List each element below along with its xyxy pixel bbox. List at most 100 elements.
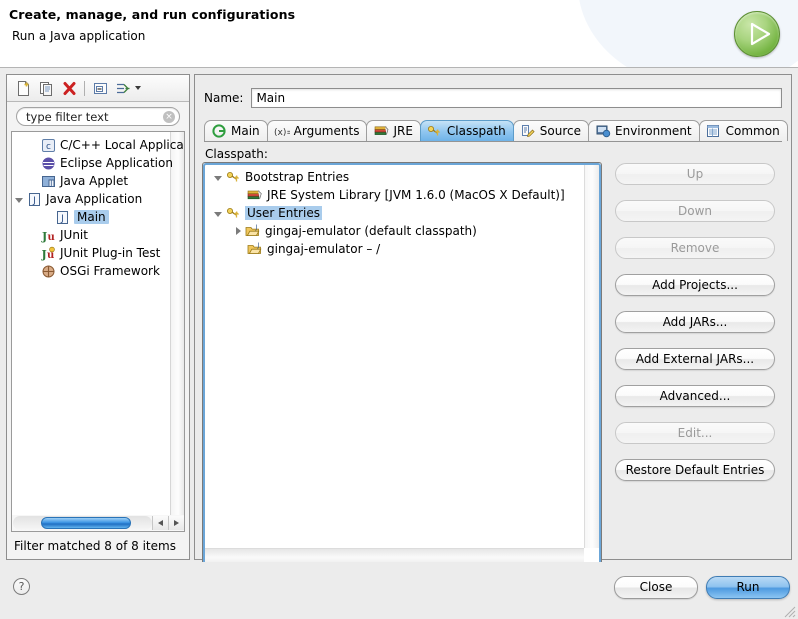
list-item[interactable]: J Main: [12, 208, 184, 226]
list-item-label-selected: Main: [74, 210, 109, 224]
classpath-tab-icon: [427, 123, 443, 139]
filter-status-text: Filter matched 8 of 8 items: [14, 539, 176, 553]
configurations-panel: type filter text × c C/C++ Local Applica…: [6, 74, 190, 560]
scroll-left-button[interactable]: [152, 516, 168, 530]
tab-classpath-label: Classpath: [446, 124, 506, 138]
tab-environment[interactable]: Environment: [588, 120, 700, 141]
dialog-footer: ? Close Run: [0, 562, 798, 619]
filter-menu-icon[interactable]: [113, 78, 133, 98]
hscrollbar-thumb[interactable]: [41, 517, 131, 529]
up-button[interactable]: Up: [615, 163, 775, 185]
eclipse-app-icon: [40, 155, 56, 171]
svg-text:J: J: [49, 179, 52, 187]
configurations-tree-hscrollbar[interactable]: [11, 515, 185, 532]
table-row[interactable]: User Entries: [205, 204, 599, 222]
name-input[interactable]: Main: [251, 88, 782, 108]
help-icon[interactable]: ?: [13, 578, 30, 595]
down-button[interactable]: Down: [615, 200, 775, 222]
table-cell-label: JRE System Library [JVM 1.6.0 (MacOS X D…: [267, 188, 565, 202]
edit-button[interactable]: Edit...: [615, 422, 775, 444]
folder-classpath-icon: J: [247, 241, 263, 257]
tree-twisty-expanded[interactable]: [211, 206, 225, 220]
table-cell-label: gingaj-emulator (default classpath): [265, 224, 477, 238]
list-item-label: C/C++ Local Applicat: [60, 138, 185, 152]
jre-tab-icon: [373, 123, 389, 139]
list-item-label: JUnit Plug-in Test: [60, 246, 161, 260]
junit-icon: J u: [40, 227, 56, 243]
svg-text:J: J: [60, 214, 64, 224]
classpath-group-icon: [225, 169, 241, 185]
list-item[interactable]: J Java Applet: [12, 172, 184, 190]
filter-menu-chevron-down-icon[interactable]: [135, 86, 141, 90]
classpath-section-label: Classpath:: [205, 147, 268, 161]
svg-text:J: J: [41, 248, 47, 261]
clear-filter-icon[interactable]: ×: [163, 110, 175, 123]
classpath-vscrollbar[interactable]: [584, 165, 599, 548]
toolbar-divider: [84, 80, 85, 96]
tab-jre-label: JRE: [393, 124, 413, 138]
tab-common[interactable]: Common: [698, 120, 788, 141]
list-item[interactable]: J u JUnit Plug-in Test: [12, 244, 184, 262]
run-play-icon: [734, 11, 780, 57]
restore-default-entries-button[interactable]: Restore Default Entries: [615, 459, 775, 481]
common-tab-icon: [706, 123, 722, 139]
tree-twisty-expanded[interactable]: [211, 170, 225, 184]
classpath-tree[interactable]: Bootstrap Entries JRE System Library [JV…: [203, 163, 601, 565]
close-button[interactable]: Close: [614, 576, 698, 599]
java-applet-icon: J: [40, 173, 56, 189]
tab-jre[interactable]: JRE: [366, 120, 421, 141]
list-item[interactable]: J Java Application: [12, 190, 184, 208]
search-input[interactable]: type filter text ×: [16, 106, 180, 126]
add-jars-button[interactable]: Add JARs...: [615, 311, 775, 333]
table-cell-label: Bootstrap Entries: [245, 170, 350, 184]
dialog-header: Create, manage, and run configurations R…: [0, 0, 798, 68]
tab-arguments[interactable]: (x)= Arguments: [266, 120, 368, 141]
list-item[interactable]: OSGi Framework: [12, 262, 184, 280]
list-item-label: JUnit: [60, 228, 88, 242]
junit-plugin-icon: J u: [40, 245, 56, 261]
table-row[interactable]: J gingaj-emulator (default classpath): [205, 222, 599, 240]
add-external-jars-button[interactable]: Add External JARs...: [615, 348, 775, 370]
classpath-group-icon: [225, 205, 241, 221]
tab-source[interactable]: Source: [512, 120, 589, 141]
configuration-editor-panel: Name: Main Main (x)= Arguments: [194, 74, 792, 609]
tree-twisty-expanded[interactable]: [12, 192, 26, 206]
svg-text:J: J: [255, 224, 258, 231]
add-projects-button[interactable]: Add Projects...: [615, 274, 775, 296]
collapse-all-icon[interactable]: [90, 78, 110, 98]
list-item[interactable]: c C/C++ Local Applicat: [12, 136, 184, 154]
filter-row: type filter text ×: [7, 102, 189, 130]
environment-tab-icon: [595, 123, 611, 139]
list-item[interactable]: Eclipse Application: [12, 154, 184, 172]
configurations-tree[interactable]: c C/C++ Local Applicat Eclipse Applicati…: [11, 131, 185, 521]
delete-configuration-icon[interactable]: [59, 78, 79, 98]
svg-text:J: J: [32, 196, 36, 206]
advanced-button[interactable]: Advanced...: [615, 385, 775, 407]
scroll-right-button[interactable]: [168, 516, 184, 530]
source-tab-icon: [520, 123, 536, 139]
tab-environment-label: Environment: [615, 124, 692, 138]
tab-main[interactable]: Main: [204, 120, 268, 141]
filter-text-value: type filter text: [26, 109, 109, 124]
new-configuration-icon[interactable]: [13, 78, 33, 98]
resize-grip[interactable]: [782, 604, 796, 618]
classpath-hscrollbar[interactable]: [205, 548, 599, 563]
page-subtitle: Run a Java application: [12, 29, 146, 43]
table-cell-label: gingaj-emulator – /: [267, 242, 381, 256]
table-row[interactable]: JRE System Library [JVM 1.6.0 (MacOS X D…: [205, 186, 599, 204]
configurations-toolbar: [7, 75, 189, 102]
arguments-tab-icon: (x)=: [274, 123, 290, 139]
hscrollbar-track[interactable]: [13, 516, 152, 530]
tab-classpath[interactable]: Classpath: [419, 120, 514, 141]
table-row[interactable]: Bootstrap Entries: [205, 168, 599, 186]
tab-arguments-label: Arguments: [293, 124, 360, 138]
duplicate-configuration-icon[interactable]: [36, 78, 56, 98]
c-cpp-app-icon: c: [40, 137, 56, 153]
tree-twisty-collapsed[interactable]: [231, 224, 245, 238]
list-item[interactable]: J u JUnit: [12, 226, 184, 244]
run-button[interactable]: Run: [706, 576, 790, 599]
remove-button[interactable]: Remove: [615, 237, 775, 259]
table-row[interactable]: J gingaj-emulator – /: [205, 240, 599, 258]
java-config-icon: J: [54, 209, 70, 225]
classpath-actions: Up Down Remove Add Projects... Add JARs.…: [615, 163, 775, 496]
